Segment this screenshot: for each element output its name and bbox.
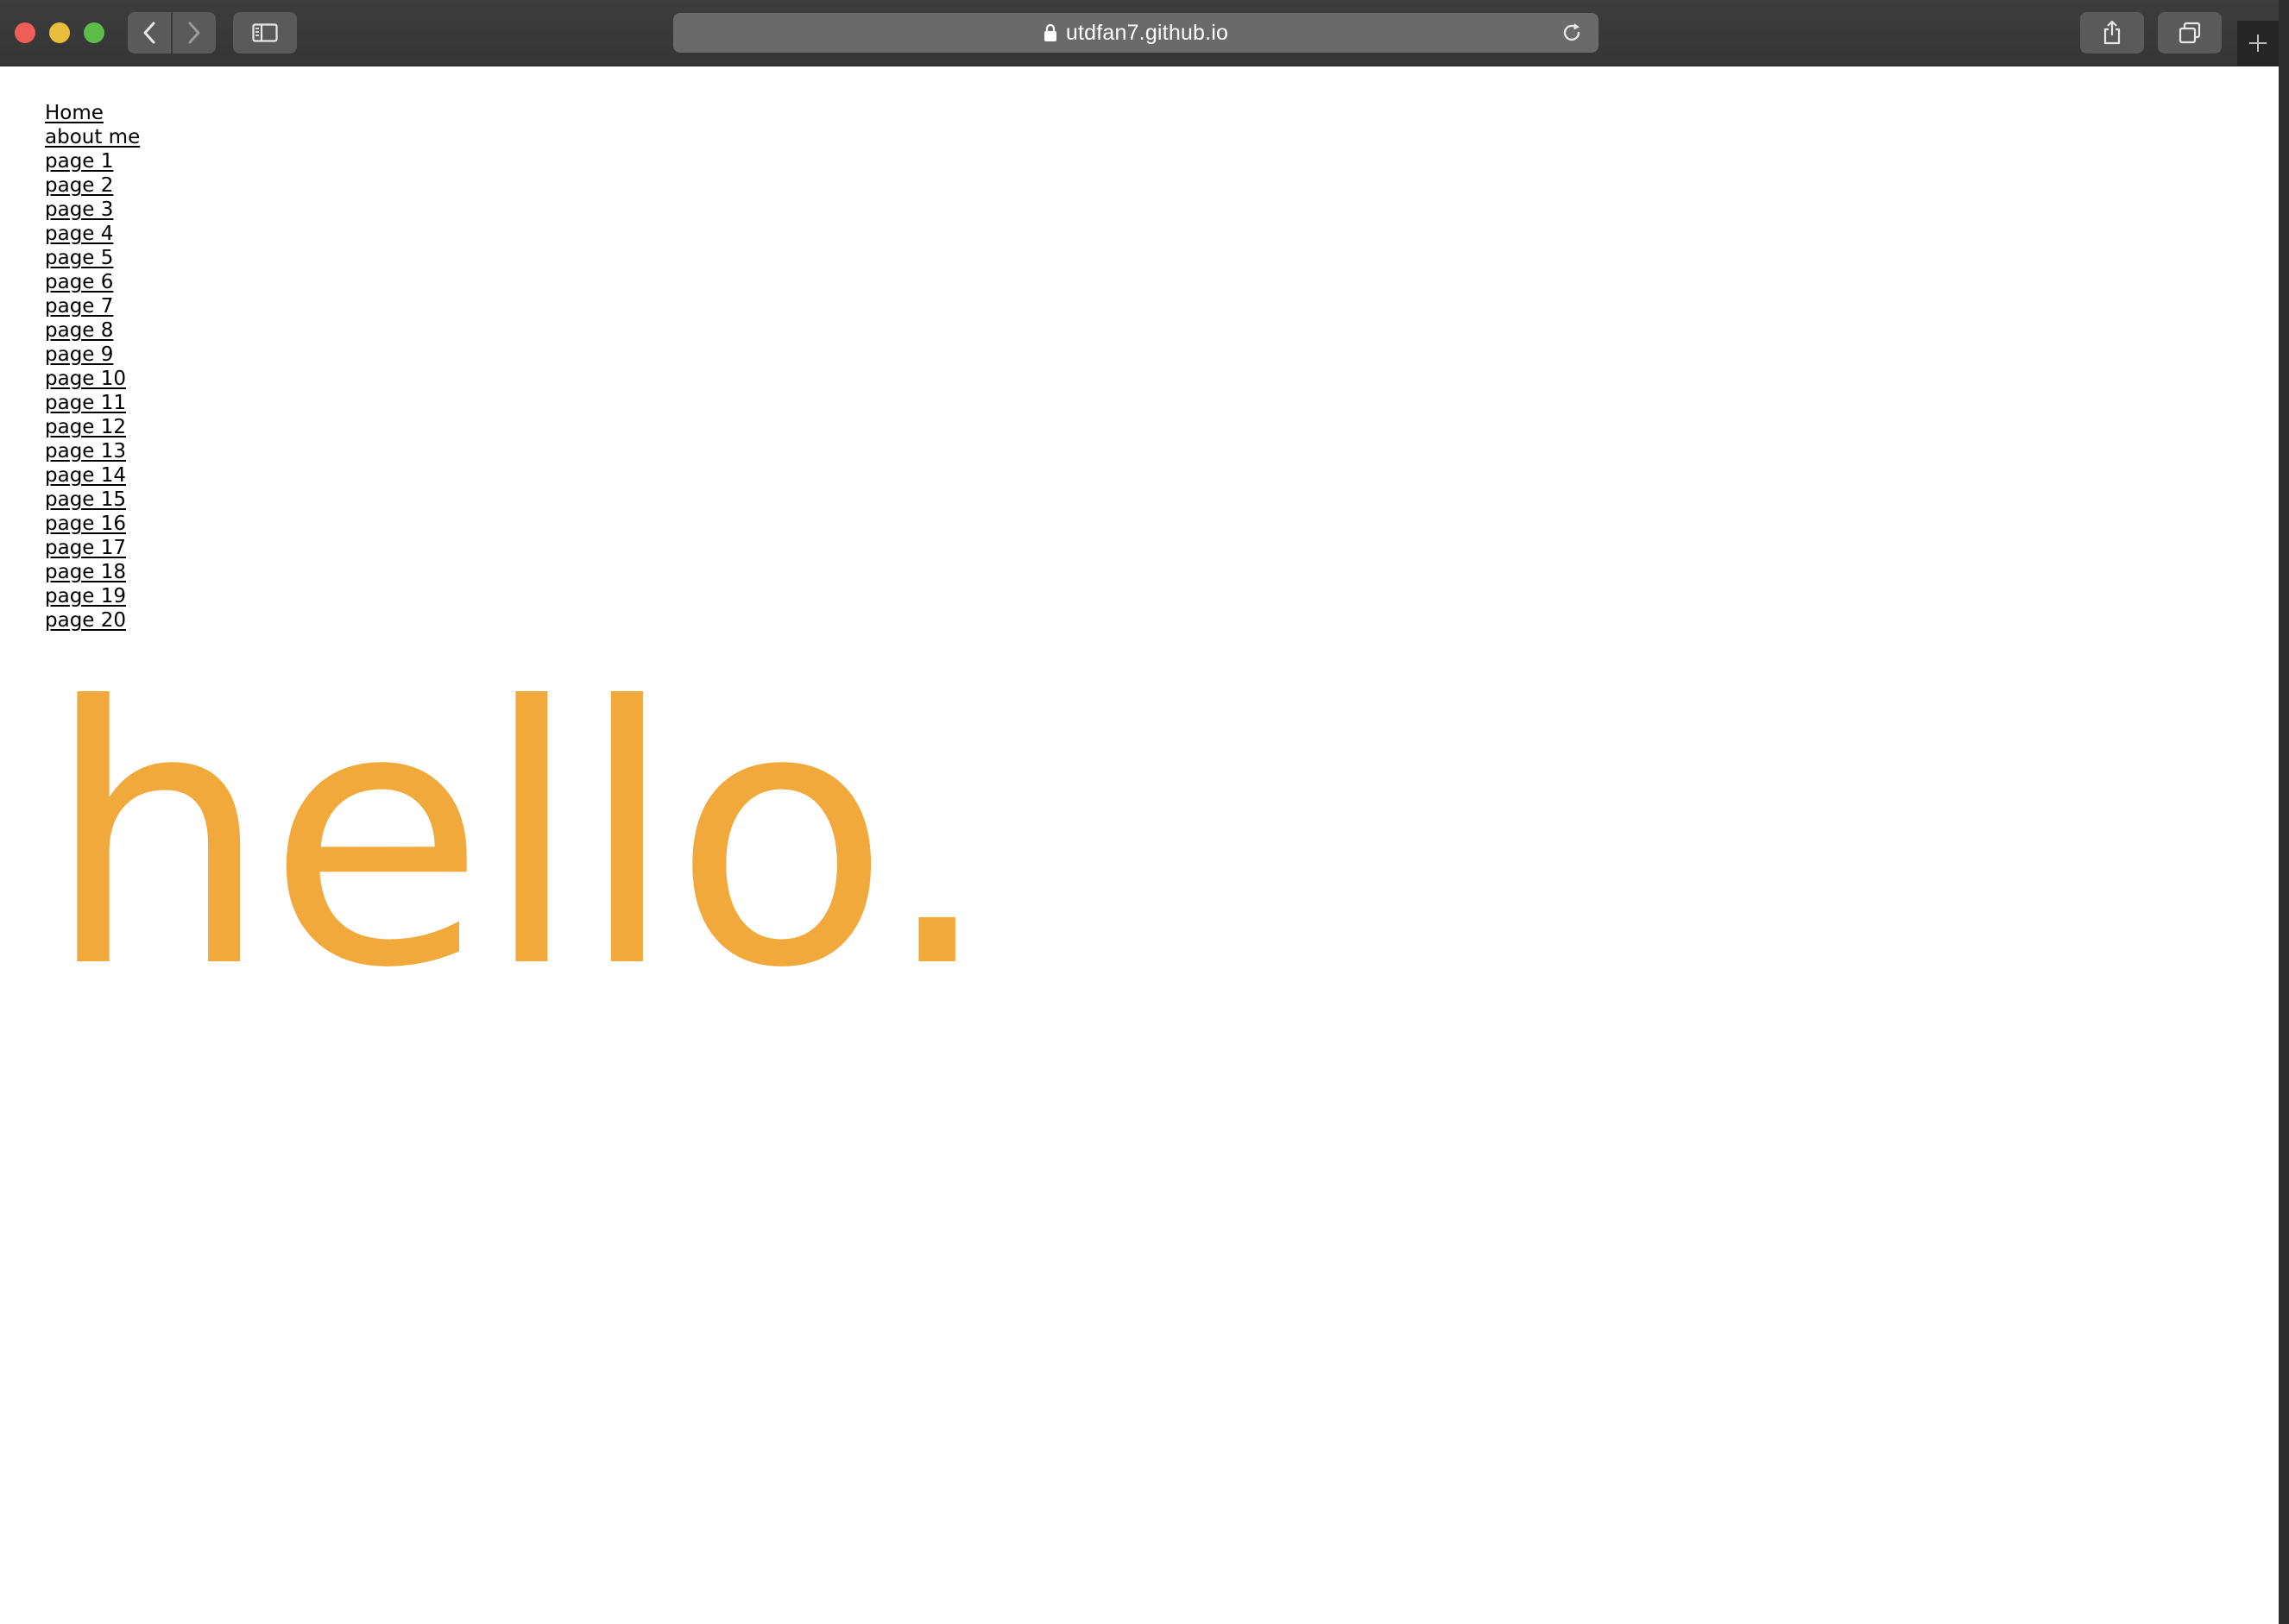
history-nav-group xyxy=(128,12,216,54)
nav-list-item: about me xyxy=(45,125,140,149)
nav-link-page-7[interactable]: page 7 xyxy=(45,295,113,318)
nav-list-item: page 9 xyxy=(45,343,140,367)
nav-list-item: page 19 xyxy=(45,584,140,608)
nav-link-page-13[interactable]: page 13 xyxy=(45,440,126,463)
nav-list-item: page 15 xyxy=(45,488,140,512)
tabs-overview-icon xyxy=(2179,22,2201,44)
window-edge xyxy=(2279,0,2289,1624)
nav-link-page-4[interactable]: page 4 xyxy=(45,223,113,245)
tab-overview-button[interactable] xyxy=(2158,12,2222,54)
web-page-content: Home about me page 1 page 2 page 3 page 4 page… xyxy=(0,66,2279,1624)
page-nav-list: Home about me page 1 page 2 page 3 page 4 page… xyxy=(45,101,140,633)
nav-list-item: page 20 xyxy=(45,608,140,633)
back-button[interactable] xyxy=(128,12,171,54)
nav-list-item: page 14 xyxy=(45,463,140,488)
nav-list-item: Home xyxy=(45,101,140,125)
nav-link-page-3[interactable]: page 3 xyxy=(45,198,113,221)
share-button[interactable] xyxy=(2080,12,2144,54)
nav-link-page-8[interactable]: page 8 xyxy=(45,319,113,342)
nav-link-page-16[interactable]: page 16 xyxy=(45,513,126,535)
nav-list-item: page 6 xyxy=(45,270,140,294)
minimize-window-button[interactable] xyxy=(49,22,70,43)
nav-link-page-14[interactable]: page 14 xyxy=(45,464,126,487)
reload-icon xyxy=(1563,23,1580,41)
url-text: utdfan7.github.io xyxy=(1065,20,1229,45)
nav-list-item: page 5 xyxy=(45,246,140,270)
nav-list-item: page 1 xyxy=(45,149,140,173)
share-icon xyxy=(2103,20,2121,45)
nav-link-page-9[interactable]: page 9 xyxy=(45,343,113,366)
nav-list-item: page 2 xyxy=(45,173,140,198)
chevron-right-icon xyxy=(188,22,200,44)
nav-list-item: page 11 xyxy=(45,391,140,415)
nav-link-page-5[interactable]: page 5 xyxy=(45,247,113,269)
nav-list-item: page 8 xyxy=(45,318,140,343)
address-bar[interactable]: utdfan7.github.io xyxy=(673,13,1599,53)
nav-list-item: page 16 xyxy=(45,512,140,536)
nav-list-item: page 12 xyxy=(45,415,140,439)
nav-link-page-18[interactable]: page 18 xyxy=(45,561,126,583)
chevron-left-icon xyxy=(143,22,155,44)
nav-link-page-19[interactable]: page 19 xyxy=(45,585,126,607)
nav-list-item: page 10 xyxy=(45,367,140,391)
nav-link-page-12[interactable]: page 12 xyxy=(45,416,126,438)
nav-link-page-2[interactable]: page 2 xyxy=(45,174,113,197)
url-display: utdfan7.github.io xyxy=(673,13,1599,53)
nav-link-page-15[interactable]: page 15 xyxy=(45,488,126,511)
browser-toolbar: utdfan7.github.io xyxy=(0,0,2279,66)
nav-link-page-10[interactable]: page 10 xyxy=(45,368,126,390)
nav-list-item: page 13 xyxy=(45,439,140,463)
sidebar-icon xyxy=(252,23,278,42)
nav-link-page-6[interactable]: page 6 xyxy=(45,271,113,293)
nav-list-item: page 3 xyxy=(45,198,140,222)
sidebar-toggle-button[interactable] xyxy=(233,12,297,54)
nav-list-item: page 4 xyxy=(45,222,140,246)
lock-icon xyxy=(1044,23,1056,41)
close-window-button[interactable] xyxy=(15,22,35,43)
maximize-window-button[interactable] xyxy=(84,22,104,43)
hero-heading: hello. xyxy=(45,633,993,1046)
plus-icon xyxy=(2249,35,2267,52)
nav-link-page-11[interactable]: page 11 xyxy=(45,392,126,414)
nav-list-item: page 7 xyxy=(45,294,140,318)
nav-list-item: page 17 xyxy=(45,536,140,560)
nav-link-home[interactable]: Home xyxy=(45,102,104,124)
nav-list-item: page 18 xyxy=(45,560,140,584)
nav-link-page-1[interactable]: page 1 xyxy=(45,150,113,173)
browser-window: utdfan7.github.io Home about me page 1 p… xyxy=(0,0,2279,1624)
forward-button[interactable] xyxy=(173,12,216,54)
new-tab-button[interactable] xyxy=(2237,21,2279,66)
nav-link-about-me[interactable]: about me xyxy=(45,126,140,148)
nav-link-page-17[interactable]: page 17 xyxy=(45,537,126,559)
reload-button[interactable] xyxy=(1559,20,1585,46)
nav-link-page-20[interactable]: page 20 xyxy=(45,609,126,632)
